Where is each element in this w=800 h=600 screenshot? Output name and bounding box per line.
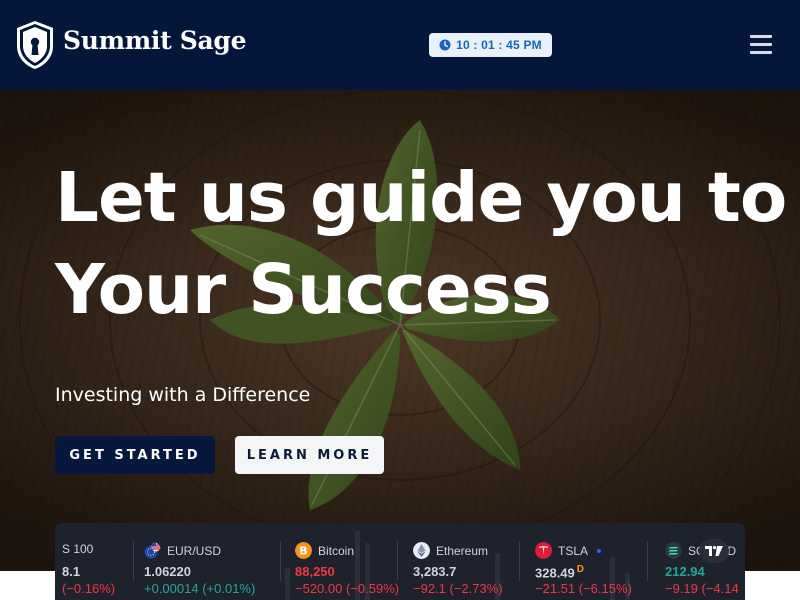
ticker-divider (280, 541, 281, 581)
ticker-price: 88,250 (295, 564, 335, 579)
hamburger-menu-icon[interactable] (750, 35, 772, 55)
ticker-item[interactable]: B Bitcoin 88,250 −520.00 (−0.59%) (295, 523, 405, 600)
site-header: Summit Sage 10 : 01 : 45 PM (0, 0, 800, 90)
ticker-name: TSLA (558, 543, 589, 558)
tradingview-icon[interactable] (699, 539, 729, 563)
ticker-change: −9.19 (−4.14 (665, 581, 739, 596)
ticker-price-suffix: D (576, 564, 584, 575)
ticker-change: −21.51 (−6.15%) (535, 581, 632, 596)
clock-time: 10 : 01 : 45 PM (456, 38, 542, 52)
ticker-change: +0.00014 (+0.01%) (144, 581, 256, 596)
ticker-item[interactable]: Ethereum 3,283.7 −92.1 (−2.73%) (413, 523, 523, 600)
svg-text:B: B (299, 545, 307, 558)
eu-us-flags-icon (144, 542, 161, 559)
ticker-price: 1.06220 (144, 564, 191, 579)
ticker-item[interactable]: EUR/USD 1.06220 +0.00014 (+0.01%) (144, 523, 274, 600)
brand-name[interactable]: Summit Sage (63, 26, 247, 55)
ticker-price: 8.1 (62, 564, 81, 579)
hero-section: Let us guide you to Your Success Investi… (0, 90, 800, 571)
tradingview-logo-glyph (705, 546, 723, 556)
ethereum-icon (413, 542, 430, 559)
market-status-dot (597, 548, 602, 553)
clock-icon (439, 39, 451, 51)
ticker-divider (133, 541, 134, 581)
learn-more-button[interactable]: LEARN MORE (235, 436, 384, 474)
hero-title-line1: Let us guide you to (55, 158, 787, 238)
bitcoin-icon: B (295, 542, 312, 559)
ticker-name: EUR/USD (167, 543, 222, 558)
ticker-price: 212.94 (665, 564, 705, 579)
ticker-divider (397, 541, 398, 581)
ticker-change: −92.1 (−2.73%) (413, 581, 503, 596)
ticker-change: −520.00 (−0.59%) (295, 581, 400, 596)
ticker-tape-widget[interactable]: S 100 8.1 (−0.16%) EUR/USD 1.06220 +0.00… (55, 523, 745, 600)
ticker-price: 3,283.7 (413, 564, 457, 579)
header-clock: 10 : 01 : 45 PM (429, 33, 552, 57)
keyhole-shield-icon[interactable] (16, 20, 54, 70)
solana-icon (665, 542, 682, 559)
ticker-name: Bitcoin (318, 543, 355, 558)
tesla-icon (535, 542, 552, 559)
hero-subtitle: Investing with a Difference (55, 384, 311, 406)
ticker-price: 328.49 D (535, 564, 584, 580)
ticker-item[interactable]: TSLA 328.49 D −21.51 (−6.15%) (535, 523, 645, 600)
ticker-name: Ethereum (436, 543, 489, 558)
ticker-divider (647, 541, 648, 581)
ticker-name: S 100 (62, 542, 94, 556)
ticker-divider (519, 541, 520, 581)
ticker-item[interactable]: S 100 8.1 (−0.16%) (62, 523, 132, 600)
hero-title: Let us guide you to Your Success (55, 152, 795, 336)
ticker-price-value: 328.49 (535, 565, 575, 581)
ticker-change: (−0.16%) (62, 581, 116, 596)
hero-title-line2: Your Success (55, 250, 552, 330)
get-started-button[interactable]: GET STARTED (55, 436, 215, 474)
